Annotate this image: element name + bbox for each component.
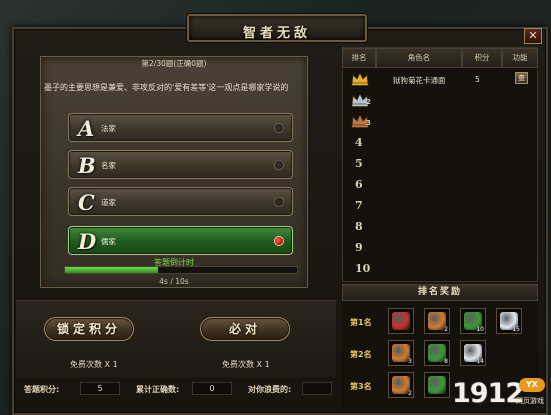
damage-value [302,382,332,395]
reward-tier-label: 第1名 [350,318,372,327]
rank-player-score: 5 [475,75,480,84]
reward-item-count: 2 [408,390,412,397]
radio-empty-icon [274,123,284,133]
rank-header: 排名 角色名 积分 功能 [342,48,538,68]
countdown-bar-fill [65,267,158,273]
free-times-must-right: 免费次数 X 1 [222,360,270,369]
reward-tier-label: 第2名 [350,350,372,359]
firecracker-icon [392,312,410,330]
rank-number: 4 [355,136,363,149]
answer-option-a[interactable]: A 法家 [68,113,293,142]
reward-tier-label: 第3名 [350,382,372,391]
answer-letter: D [78,229,97,254]
view-player-button[interactable]: 查 [515,72,528,84]
countdown-timer: 4s / 10s [159,277,189,286]
watermark-subtitle: 网页游戏 [516,397,544,405]
answer-label: 儒家 [101,237,116,246]
score-label: 答题积分: [24,385,60,394]
site-watermark: 1912 YX 网页游戏 [452,376,548,412]
rank-number: 3 [366,119,371,127]
rank-row: 7 [343,196,537,217]
answer-letter: B [78,153,96,178]
rank-header-score: 积分 [462,48,502,68]
must-right-button[interactable]: 必对 [200,317,290,341]
watermark-number: 1912 [452,378,524,409]
answer-option-c[interactable]: C 道家 [68,187,293,216]
reward-item-count: 10 [476,326,484,333]
rank-number: 2 [366,98,371,106]
reward-item-slot[interactable]: 10 [460,308,486,334]
score-value: 5 [80,382,120,395]
rank-row: 3 [343,112,537,133]
correct-count-label: 累计正确数: [136,385,180,394]
score-bar: 答题积分: 5 累计正确数: 0 对你浪费的: [16,382,336,398]
rank-header-function: 功能 [502,48,538,68]
window-title-plate: 智者无敌 [187,14,367,42]
rank-number: 10 [355,262,371,275]
window-title: 智者无敌 [242,26,311,41]
rank-header-name: 角色名 [376,48,462,68]
reward-item-count: 15 [512,326,520,333]
correct-count-value: 0 [192,382,232,395]
damage-label: 对你浪费的: [248,385,292,394]
rank-header-rank: 排名 [342,48,376,68]
radio-empty-icon [274,160,284,170]
reward-item-slot[interactable]: 2 [388,372,414,398]
gourd-icon [428,376,446,394]
radio-empty-icon [274,197,284,207]
reward-item-slot[interactable]: 15 [496,308,522,334]
rank-row: 2 [343,91,537,112]
reward-item-count: 2 [444,326,448,333]
free-times-lock: 免费次数 X 1 [70,360,118,369]
reward-item-slot[interactable]: 2 [424,308,450,334]
lock-score-button[interactable]: 锁定积分 [44,317,134,341]
answer-letter: A [78,116,95,141]
reward-item-slot[interactable]: 8 [424,340,450,366]
watermark-badge: YX [519,378,545,392]
answer-option-b[interactable]: B 名家 [68,150,293,179]
rank-row: 9 [343,238,537,259]
countdown-bar [64,266,298,274]
rank-number: 9 [355,241,363,254]
rank-number: 5 [355,157,363,170]
rank-number: 8 [355,220,363,233]
rank-player-name: 狱狗菊花卡通面 [393,76,446,85]
reward-item-slot[interactable] [388,308,414,334]
close-button[interactable]: ✕ [524,28,542,44]
radio-selected-icon [274,236,284,246]
rank-row: 6 [343,175,537,196]
reward-item-count: 14 [476,358,484,365]
rank-row: 5 [343,154,537,175]
rank-row: 8 [343,217,537,238]
rank-row: 狱狗菊花卡通面 5 查 [343,70,537,91]
rank-row: 4 [343,133,537,154]
question-text: 墨子的主要思想是兼爱、非攻反对的'爱有差等'这一观点是哪家学说的 [44,83,289,92]
reward-item-slot[interactable]: 3 [388,340,414,366]
answer-label: 名家 [101,161,116,170]
reward-item-count: 8 [444,358,448,365]
question-counter: 第2/30题(正确0题) [141,59,207,68]
rank-number: 6 [355,178,363,191]
answer-label: 法家 [101,124,116,133]
answer-option-d[interactable]: D 儒家 [68,226,293,255]
answer-label: 道家 [101,198,116,207]
rank-reward-title: 排名奖励 [342,284,538,301]
crown-gold-icon [351,72,369,86]
reward-item-count: 3 [408,358,412,365]
rank-number: 7 [355,199,363,212]
reward-item-slot[interactable] [424,372,450,398]
rank-row: 10 [343,259,537,280]
answer-letter: C [78,190,95,215]
reward-item-slot[interactable]: 14 [460,340,486,366]
